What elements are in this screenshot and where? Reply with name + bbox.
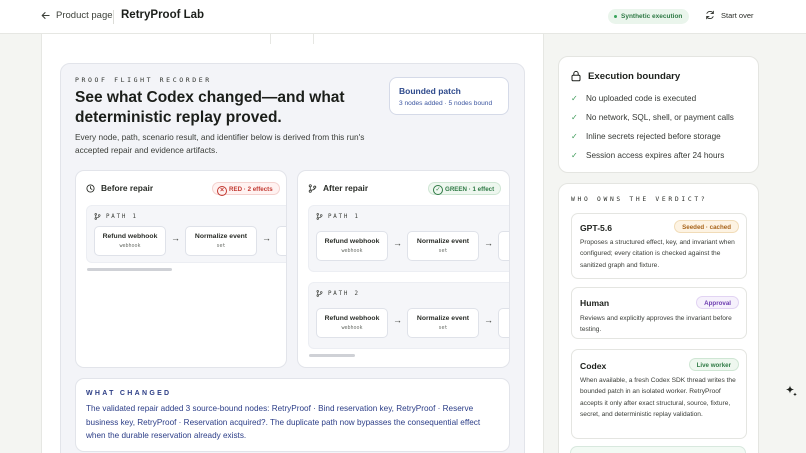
red-status-badge: RED · 2 effects [212,182,280,196]
check-icon: ✓ [571,151,578,160]
graph-node[interactable]: Refund webhook webhook [94,226,166,256]
path-label: PATH 1 [316,213,360,220]
recorder-eyebrow: PROOF FLIGHT RECORDER [75,76,212,84]
brand-title: RetryProof Lab [121,9,205,21]
after-panel-title: After repair [323,183,369,193]
before-repair-panel: Before repair RED · 2 effects PATH 1 Ref… [75,170,287,368]
graph-node[interactable]: Normalize event set [407,308,479,338]
branch-icon [316,213,323,220]
before-panel-header: Before repair [86,183,153,193]
actor-card-gpt: GPT-5.6 Seeded · cached Proposes a struc… [571,213,747,279]
boundary-rule: ✓ No network, SQL, shell, or payment call… [571,113,734,122]
lock-icon [571,70,581,82]
actor-card-human: Human Approval Reviews and explicitly ap… [571,287,747,339]
path-box[interactable]: PATH 2 Refund webhook webhook → Normaliz… [308,282,509,349]
actor-description: Reviews and explicitly approves the inva… [580,315,732,334]
start-over-label: Start over [721,10,754,20]
execution-boundary-card: Execution boundary ✓ No uploaded code is … [558,56,759,173]
actor-name: GPT-5.6 [580,223,612,233]
before-panel-title: Before repair [101,183,154,193]
actor-card-partial [570,446,746,453]
graph-node-clipped[interactable] [498,231,509,261]
actor-tag: Approval [696,296,739,309]
check-icon: ✓ [571,132,578,141]
recorder-lead: Every node, path, scenario result, and i… [75,132,365,155]
boundary-header: Execution boundary [570,70,680,82]
verdict-owners-card: WHO OWNS THE VERDICT? GPT-5.6 Seeded · c… [558,183,759,453]
actor-name: Codex [580,361,607,371]
path-label: PATH 1 [94,213,138,220]
boundary-rule: ✓ No uploaded code is executed [571,94,697,103]
green-status-badge: GREEN · 1 effect [428,182,502,195]
back-to-product-link[interactable]: Product page [41,10,113,21]
refresh-icon [706,10,714,20]
branch-icon [308,183,317,193]
graph-node[interactable]: Normalize event set [185,226,257,256]
graph-node[interactable]: Refund webhook webhook [316,231,388,261]
divider [313,34,314,44]
actor-tag: Live worker [688,358,739,371]
actor-card-codex: Codex Live worker When available, a fres… [571,349,747,439]
graph-node-clipped[interactable] [498,308,509,338]
branch-icon [94,213,101,220]
synthetic-execution-badge: Synthetic execution [608,9,690,24]
graph-node[interactable]: Refund webhook webhook [316,308,388,338]
flow-arrow-icon: → [393,315,402,325]
boundary-rule: ✓ Session access expires after 24 hours [571,151,725,160]
what-changed-eyebrow: WHAT CHANGED [86,390,172,397]
back-label: Product page [56,10,113,21]
patch-title: Bounded patch [399,86,461,96]
graph-node[interactable]: Normalize event set [407,231,479,261]
branch-icon [316,290,323,297]
path-box[interactable]: PATH 1 Refund webhook webhook → Normaliz… [308,205,509,272]
path-label: PATH 2 [316,290,360,297]
what-changed-card: WHAT CHANGED The validated repair added … [75,378,510,452]
flow-arrow-icon: → [484,238,493,248]
path-scrollbar[interactable] [309,354,355,357]
flow-arrow-icon: → [171,233,180,243]
top-bar: Product page RetryProof Lab Synthetic ex… [0,0,806,34]
recorder-headline: See what Codex changed—and what determin… [75,89,345,126]
check-icon: ✓ [571,113,578,122]
bounded-patch-card: Bounded patch 3 nodes added · 5 nodes bo… [389,77,509,115]
arrow-left-icon [41,12,50,19]
flow-arrow-icon: → [393,238,402,248]
boundary-rule: ✓ Inline secrets rejected before storage [571,132,721,141]
boundary-title: Execution boundary [588,70,681,82]
after-panel-header: After repair [308,183,368,193]
clock-icon [86,183,95,193]
path-box[interactable]: PATH 1 Refund webhook webhook → Normaliz… [86,205,286,263]
flow-arrow-icon: → [262,233,271,243]
sparkle-icon[interactable] [784,384,798,398]
after-repair-panel: After repair GREEN · 1 effect PATH 1 Ref… [297,170,510,368]
actor-tag: Seeded · cached [674,220,739,233]
path-scrollbar[interactable] [87,268,172,271]
actor-name: Human [580,298,610,308]
start-over-button[interactable]: Start over [705,10,754,20]
divider [270,34,271,44]
verdict-eyebrow: WHO OWNS THE VERDICT? [571,196,708,203]
what-changed-body: The validated repair added 3 source-boun… [86,404,481,441]
flow-arrow-icon: → [484,315,493,325]
actor-description: Proposes a structured effect, key, and i… [580,239,735,269]
graph-node-clipped[interactable] [276,226,286,256]
actor-description: When available, a fresh Codex SDK thread… [580,377,736,418]
check-icon: ✓ [571,94,578,103]
header-divider [113,10,114,24]
patch-summary: 3 nodes added · 5 nodes bound [399,100,493,107]
